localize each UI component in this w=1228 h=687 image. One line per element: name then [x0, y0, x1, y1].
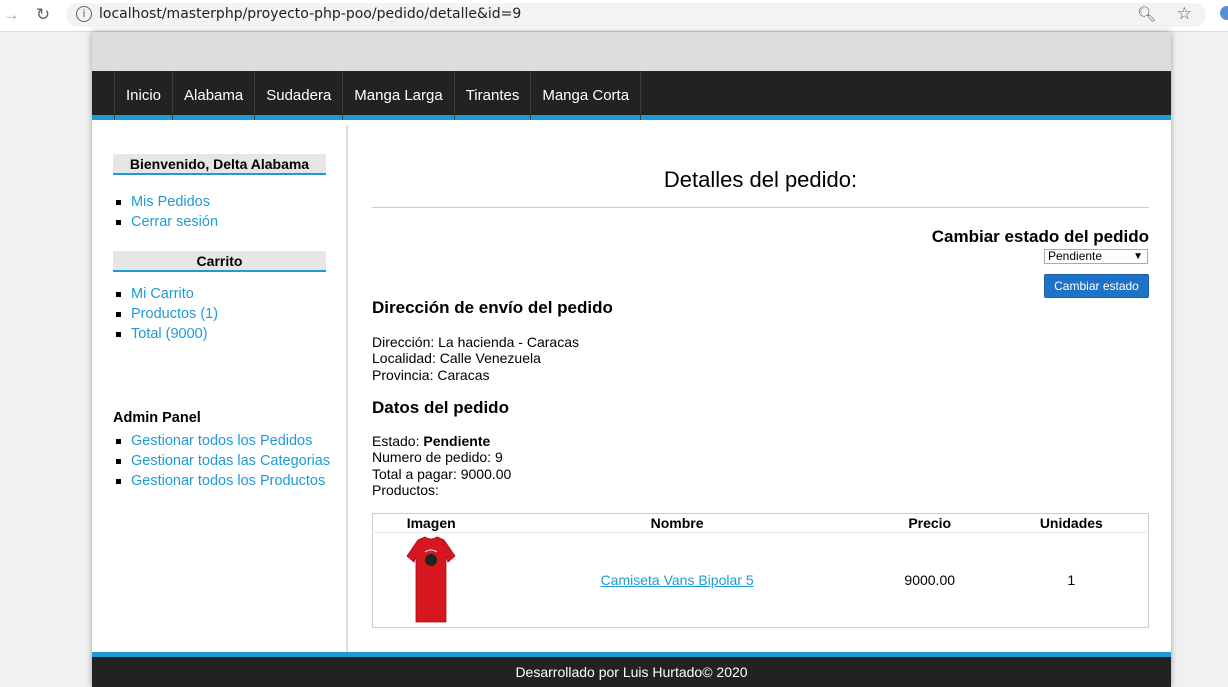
products-label: Productos:	[372, 481, 439, 498]
header-precio: Precio	[908, 515, 952, 531]
cart-links: Mi Carrito Productos (1) Total (9000)	[113, 284, 218, 344]
order-data-title: Datos del pedido	[372, 398, 509, 417]
menu-item-inicio[interactable]: Inicio	[114, 71, 172, 120]
state-select-value: Pendiente	[1048, 249, 1103, 263]
order-number-line: Numero de pedido: 9	[372, 449, 503, 466]
url-text[interactable]: localhost/masterphp/proyecto-php-poo/ped…	[99, 6, 521, 22]
order-total-line: Total a pagar: 9000.00	[372, 465, 512, 482]
address-bar[interactable]: i localhost/masterphp/proyecto-php-poo/p…	[66, 3, 1206, 27]
productos-link[interactable]: Productos (1)	[113, 304, 218, 324]
header-unidades: Unidades	[1039, 515, 1103, 531]
menu-item-alabama[interactable]: Alabama	[172, 71, 254, 120]
back-arrow-icon[interactable]: →	[0, 4, 22, 26]
mis-pedidos-link[interactable]: Mis Pedidos	[113, 192, 218, 212]
shipping-title: Dirección de envío del pedido	[372, 298, 613, 317]
change-state-button[interactable]: Cambiar estado	[1044, 274, 1149, 298]
order-details: Estado: Pendiente Numero de pedido: 9 To…	[372, 433, 511, 498]
header-imagen: Imagen	[406, 515, 456, 531]
product-name-link[interactable]: Camiseta Vans Bipolar 5	[601, 572, 754, 588]
product-name-cell: Camiseta Vans Bipolar 5	[489, 533, 864, 628]
mi-carrito-link[interactable]: Mi Carrito	[113, 284, 218, 304]
product-image-cell	[373, 533, 490, 628]
page-title: Detalles del pedido:	[663, 167, 858, 192]
chevron-down-icon: ▼	[1133, 251, 1143, 262]
shipping-details: Dirección: La hacienda - Caracas Localid…	[372, 334, 579, 383]
title-divider	[372, 207, 1149, 208]
welcome-title: Bienvenido, Delta Alabama	[113, 154, 326, 175]
locality-line: Localidad: Calle Venezuela	[372, 350, 541, 367]
page-container: Inicio Alabama Sudadera Manga Larga Tira…	[92, 32, 1171, 687]
gestionar-pedidos-link[interactable]: Gestionar todos los Pedidos	[113, 431, 331, 451]
browser-toolbar: → ↻ i localhost/masterphp/proyecto-php-p…	[0, 0, 1228, 32]
main-menu: Inicio Alabama Sudadera Manga Larga Tira…	[92, 71, 1171, 120]
sidebar: Bienvenido, Delta Alabama Mis Pedidos Ce…	[92, 125, 348, 652]
site-info-icon[interactable]: i	[76, 6, 92, 22]
zoom-icon[interactable]: 🔍︎	[1137, 5, 1156, 23]
state-select[interactable]: Pendiente ▼	[1044, 249, 1148, 264]
menu-item-manga-corta[interactable]: Manga Corta	[530, 71, 642, 120]
menu-item-sudadera[interactable]: Sudadera	[254, 71, 342, 120]
page-header	[92, 32, 1171, 71]
address-line: Dirección: La hacienda - Caracas	[372, 334, 579, 350]
cart-title: Carrito	[113, 251, 326, 272]
province-line: Provincia: Caracas	[372, 366, 490, 383]
extension-icon[interactable]	[1220, 6, 1228, 20]
product-image	[406, 536, 456, 623]
total-link[interactable]: Total (9000)	[113, 324, 218, 344]
table-header-row: Imagen Nombre Precio Unidades	[372, 514, 1149, 533]
order-state-line: Estado: Pendiente	[372, 433, 511, 449]
bookmark-star-icon[interactable]: ☆	[1177, 4, 1192, 24]
table-row: Camiseta Vans Bipolar 5 9000.00 1	[373, 533, 1149, 628]
menu-item-manga-larga[interactable]: Manga Larga	[342, 71, 453, 120]
products-table: Imagen Nombre Precio Unidades Camiseta V…	[372, 513, 1149, 628]
page-footer: Desarrollado por Luis Hurtado© 2020	[92, 652, 1171, 687]
cerrar-sesion-link[interactable]: Cerrar sesión	[113, 212, 218, 232]
reload-icon[interactable]: ↻	[32, 4, 54, 26]
admin-panel-title: Admin Panel	[113, 410, 201, 426]
user-links: Mis Pedidos Cerrar sesión	[113, 192, 218, 232]
change-state-title: Cambiar estado del pedido	[931, 227, 1149, 246]
product-price-cell: 9000.00	[904, 572, 956, 588]
gestionar-productos-link[interactable]: Gestionar todos los Productos	[113, 471, 331, 491]
order-state-value: Pendiente	[423, 433, 491, 449]
gestionar-categorias-link[interactable]: Gestionar todas las Categorias	[113, 451, 331, 471]
admin-links: Gestionar todos los Pedidos Gestionar to…	[113, 431, 331, 491]
header-nombre: Nombre	[650, 515, 704, 531]
menu-item-tirantes[interactable]: Tirantes	[453, 71, 531, 120]
product-units-cell: 1	[1067, 572, 1076, 588]
order-state-label: Estado:	[372, 433, 424, 449]
